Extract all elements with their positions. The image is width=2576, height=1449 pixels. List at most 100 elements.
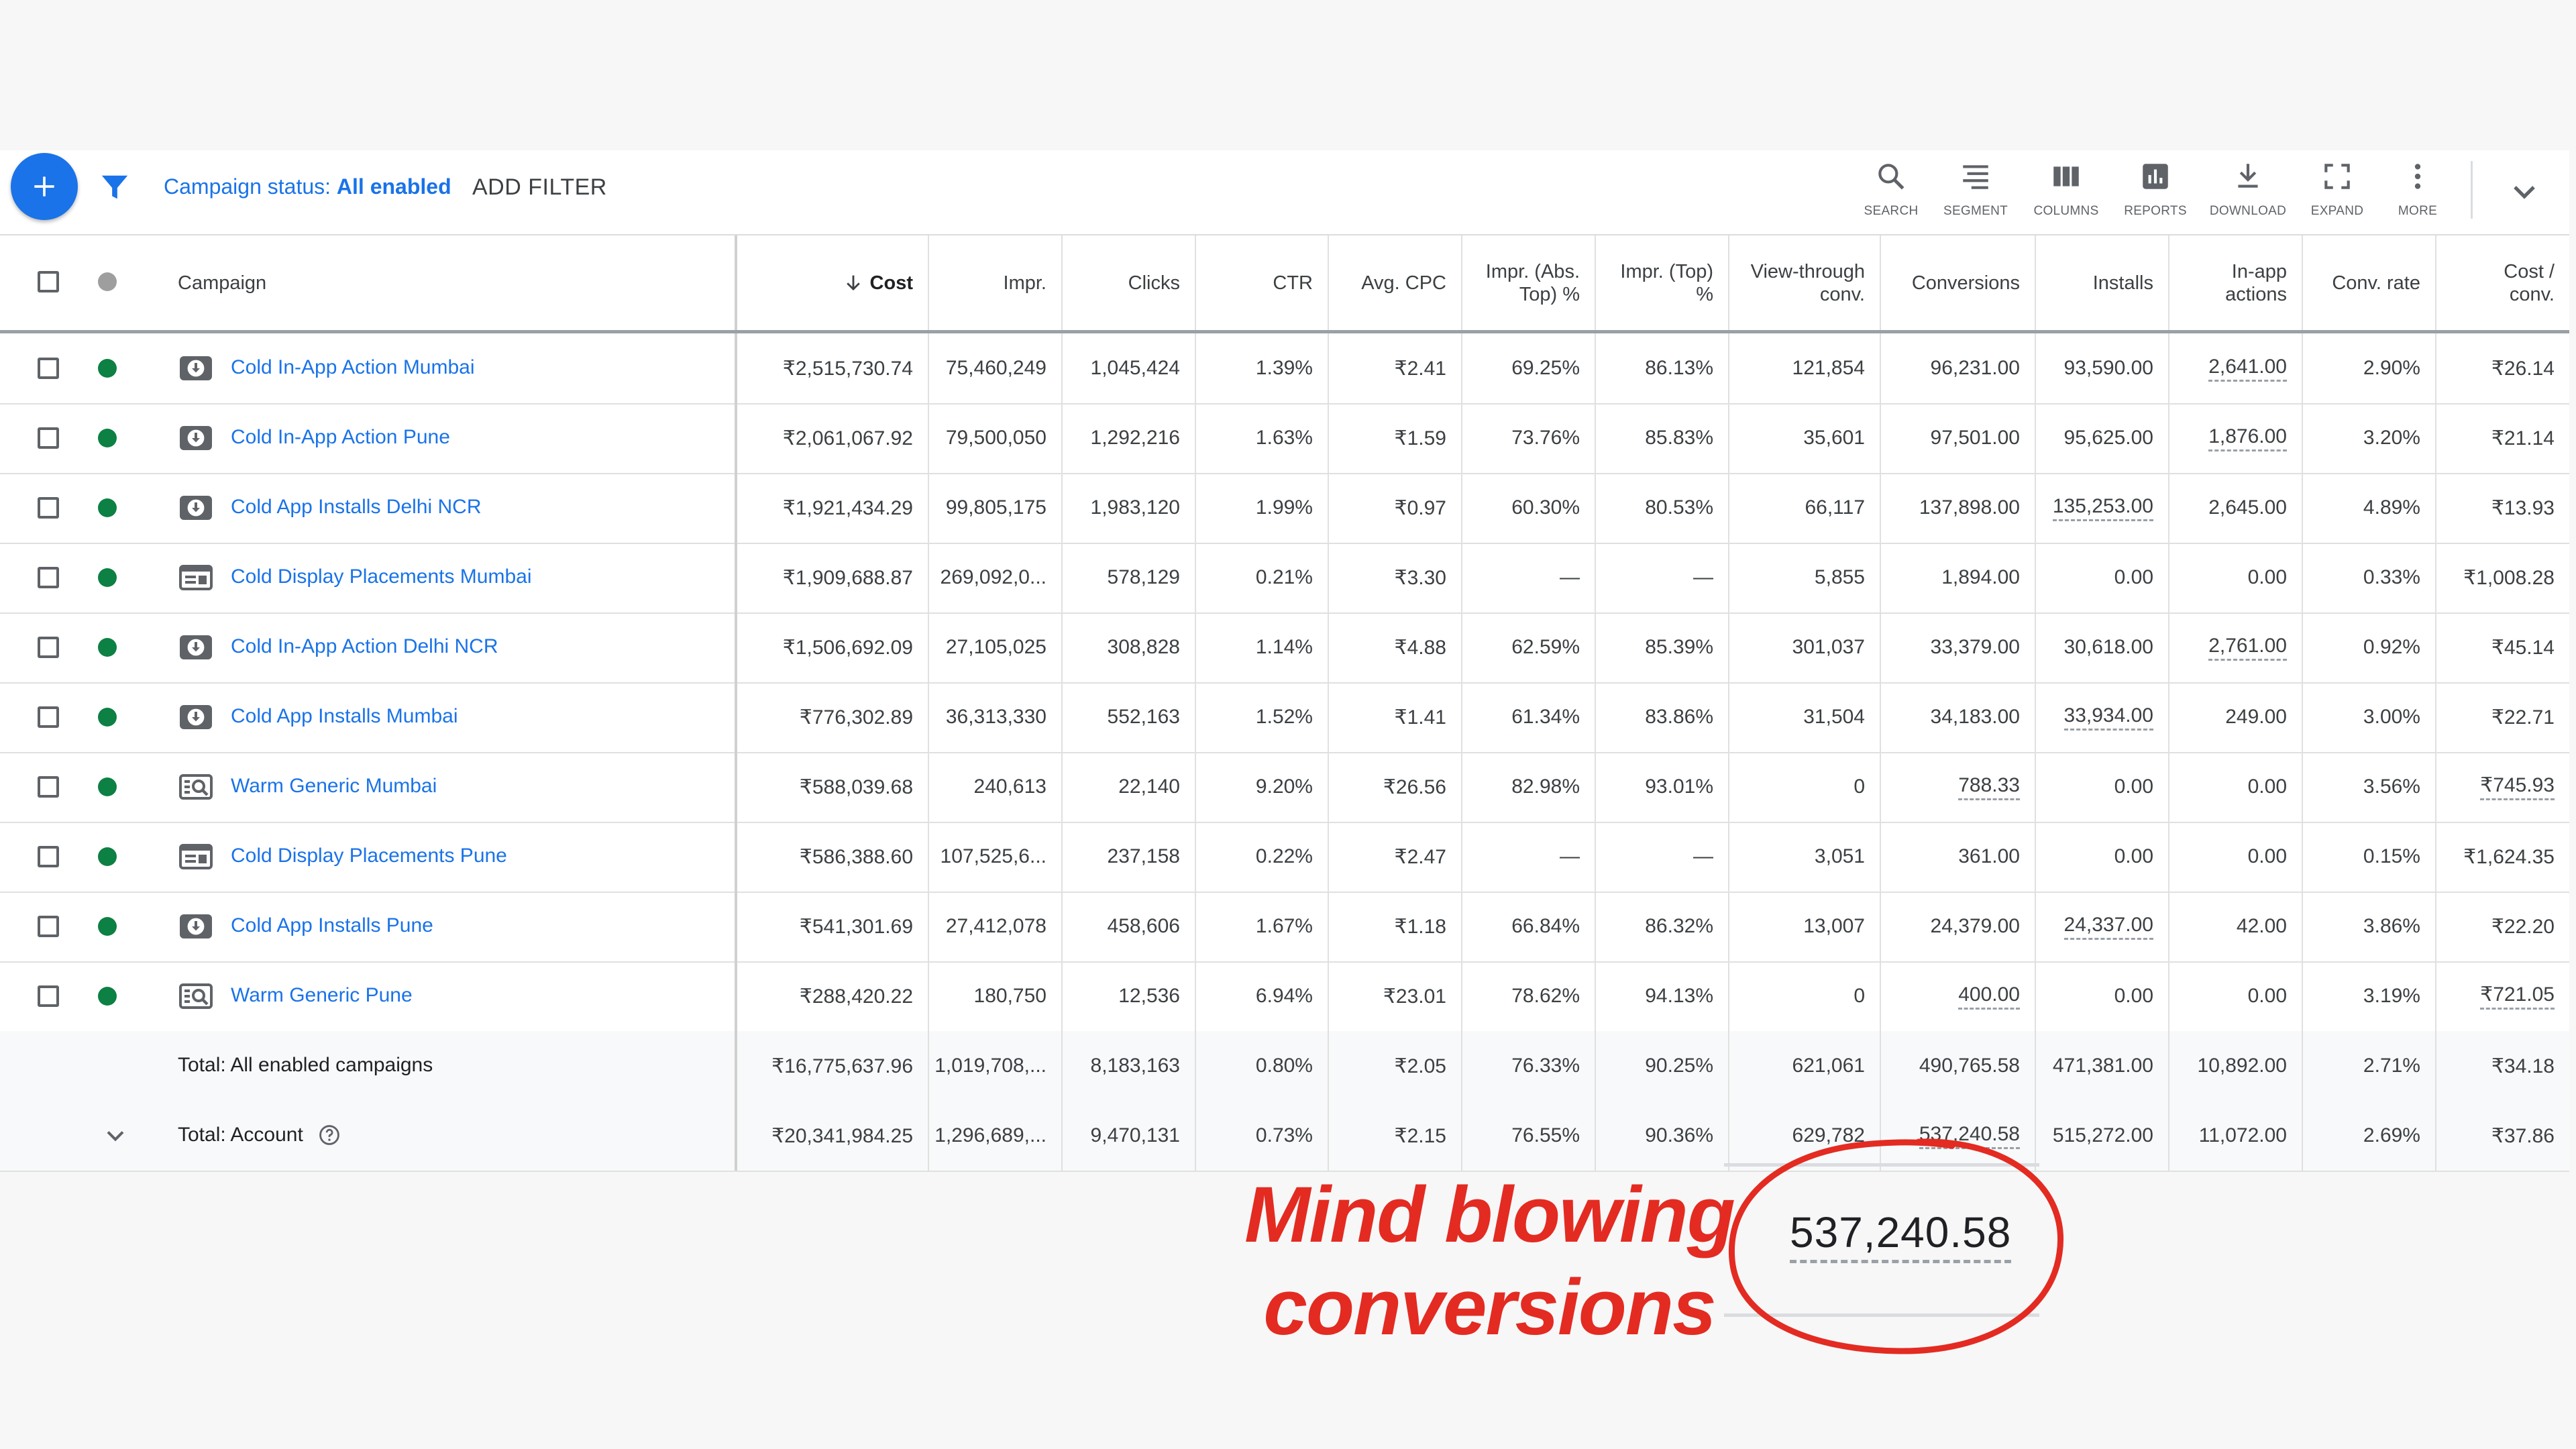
campaign-name-link[interactable]: Cold App Installs Mumbai — [231, 705, 458, 728]
campaign-name-link[interactable]: Warm Generic Mumbai — [231, 775, 437, 798]
table-row[interactable]: Warm Generic Pune ₹288,420.22 180,750 12,53… — [0, 961, 2569, 1032]
segment-button[interactable]: SEGMENT — [1935, 160, 2016, 219]
table-row[interactable]: Cold Display Placements Pune ₹586,388.60 1… — [0, 822, 2569, 893]
campaign-name-link[interactable]: Cold Display Placements Mumbai — [231, 566, 532, 588]
table-row[interactable]: Cold In-App Action Pune ₹2,061,067.92 79,5… — [0, 403, 2569, 474]
table-row[interactable]: Cold App Installs Mumbai ₹776,302.89 36,31… — [0, 682, 2569, 753]
row-checkbox[interactable] — [38, 916, 59, 937]
row-checkbox[interactable] — [38, 846, 59, 867]
campaign-name-link[interactable]: Cold In-App Action Delhi NCR — [231, 635, 498, 658]
conversions-value[interactable]: 788.33 — [1958, 774, 2020, 800]
col-installs-label: Installs — [2092, 272, 2153, 294]
reports-button[interactable]: REPORTS — [2115, 160, 2196, 219]
cost-conv-value: ₹45.14 — [2491, 636, 2555, 659]
add-filter-button[interactable]: ADD FILTER — [472, 174, 607, 201]
status-header-dot[interactable] — [98, 272, 117, 291]
campaigns-card: Campaign status: All enabled ADD FILTER … — [0, 150, 2569, 1172]
view-through-value: 0 — [1854, 775, 1865, 798]
enabled-status-dot[interactable] — [98, 638, 117, 657]
enabled-status-dot[interactable] — [98, 777, 117, 796]
cell-clicks: 8,183,163 — [1061, 1031, 1195, 1101]
table-row[interactable]: Cold App Installs Pune ₹541,301.69 27,412,… — [0, 892, 2569, 963]
col-campaign[interactable]: Campaign — [178, 235, 714, 330]
cell-impr-top: 90.36% — [1595, 1101, 1728, 1171]
inapp-actions-value[interactable]: 2,641.00 — [2208, 356, 2287, 382]
enabled-status-dot[interactable] — [98, 917, 117, 936]
row-checkbox[interactable] — [38, 637, 59, 658]
enabled-status-dot[interactable] — [98, 359, 117, 378]
filter-icon[interactable] — [99, 172, 130, 203]
inapp-actions-value[interactable]: 2,761.00 — [2208, 635, 2287, 661]
campaign-name-link[interactable]: Cold App Installs Delhi NCR — [231, 496, 482, 519]
enabled-status-dot[interactable] — [98, 568, 117, 587]
installs-value[interactable]: 24,337.00 — [2063, 914, 2153, 940]
col-cost-conv[interactable]: Cost / conv. — [2435, 235, 2569, 330]
columns-button[interactable]: COLUMNS — [2026, 160, 2106, 219]
col-impr[interactable]: Impr. — [928, 235, 1061, 330]
installs-value[interactable]: 33,934.00 — [2063, 704, 2153, 731]
enabled-status-dot[interactable] — [98, 498, 117, 517]
help-icon[interactable] — [318, 1124, 341, 1146]
row-checkbox[interactable] — [38, 497, 59, 519]
table-row[interactable]: Cold In-App Action Mumbai ₹2,515,730.74 75… — [0, 333, 2569, 405]
search-button[interactable]: SEARCH — [1851, 160, 1931, 219]
enabled-status-dot[interactable] — [98, 429, 117, 447]
campaign-name-link[interactable]: Cold Display Placements Pune — [231, 845, 507, 867]
campaign-name-link[interactable]: Cold In-App Action Mumbai — [231, 356, 475, 379]
cost-value: ₹2,061,067.92 — [782, 427, 913, 449]
col-installs[interactable]: Installs — [2035, 235, 2168, 330]
col-conv-rate[interactable]: Conv. rate — [2302, 235, 2435, 330]
expand-chevron-icon[interactable] — [101, 1121, 130, 1150]
enabled-status-dot[interactable] — [98, 847, 117, 866]
col-avg-cpc[interactable]: Avg. CPC — [1328, 235, 1461, 330]
table-row[interactable]: Cold In-App Action Delhi NCR ₹1,506,692.0… — [0, 612, 2569, 684]
more-label: MORE — [2398, 204, 2438, 218]
installs-value[interactable]: 135,253.00 — [2052, 495, 2153, 521]
filter-chip[interactable]: Campaign status: All enabled — [164, 174, 451, 199]
cell-impr: 36,313,330 — [928, 682, 1061, 752]
collapse-chevron-icon[interactable] — [2506, 173, 2543, 211]
col-impr-abs-top[interactable]: Impr. (Abs. Top) % — [1461, 235, 1595, 330]
download-button[interactable]: DOWNLOAD — [2208, 160, 2288, 219]
conversions-value[interactable]: 400.00 — [1958, 983, 2020, 1010]
campaign-name-link[interactable]: Warm Generic Pune — [231, 984, 413, 1007]
app-campaign-icon — [178, 494, 213, 521]
cell-view-through: 121,854 — [1728, 333, 1880, 403]
col-ctr[interactable]: CTR — [1195, 235, 1328, 330]
cell-inapp-actions: 1,876.00 — [2168, 403, 2302, 473]
row-checkbox[interactable] — [38, 358, 59, 379]
col-clicks[interactable]: Clicks — [1061, 235, 1195, 330]
cost-conv-value: ₹22.71 — [2491, 706, 2555, 729]
enabled-status-dot[interactable] — [98, 987, 117, 1006]
cell-conversions: 34,183.00 — [1880, 682, 2035, 752]
row-checkbox[interactable] — [38, 776, 59, 798]
col-impr-top[interactable]: Impr. (Top)% — [1595, 235, 1728, 330]
campaign-name-link[interactable]: Cold App Installs Pune — [231, 914, 433, 937]
row-checkbox[interactable] — [38, 706, 59, 728]
add-campaign-button[interactable] — [11, 153, 78, 220]
inapp-actions-value[interactable]: 1,876.00 — [2208, 425, 2287, 451]
row-checkbox[interactable] — [38, 427, 59, 449]
cost-conv-value[interactable]: ₹745.93 — [2480, 773, 2555, 800]
col-inapp-actions[interactable]: In-app actions — [2168, 235, 2302, 330]
campaign-name-link[interactable]: Cold In-App Action Pune — [231, 426, 450, 449]
col-conversions[interactable]: Conversions — [1880, 235, 2035, 330]
col-cost[interactable]: Cost — [735, 235, 928, 330]
more-button[interactable]: MORE — [2377, 160, 2458, 219]
row-checkbox[interactable] — [38, 985, 59, 1007]
select-all-checkbox[interactable] — [38, 271, 59, 292]
cell-impr-top: 85.39% — [1595, 612, 1728, 682]
table-row[interactable]: Cold Display Placements Mumbai ₹1,909,688… — [0, 543, 2569, 614]
row-checkbox[interactable] — [38, 567, 59, 588]
segment-label: SEGMENT — [1943, 204, 2008, 218]
cell-conversions: 137,898.00 — [1880, 473, 2035, 543]
cell-impr-top: 80.53% — [1595, 473, 1728, 543]
cell-impr-abs-top: 73.76% — [1461, 403, 1595, 473]
table-row[interactable]: Cold App Installs Delhi NCR ₹1,921,434.29… — [0, 473, 2569, 544]
cost-conv-value: ₹34.18 — [2491, 1055, 2555, 1077]
cost-conv-value[interactable]: ₹721.05 — [2480, 983, 2555, 1010]
expand-button[interactable]: EXPAND — [2297, 160, 2377, 219]
enabled-status-dot[interactable] — [98, 708, 117, 727]
table-row[interactable]: Warm Generic Mumbai ₹588,039.68 240,613 22,… — [0, 752, 2569, 823]
col-view-through[interactable]: View-through conv. — [1728, 235, 1880, 330]
